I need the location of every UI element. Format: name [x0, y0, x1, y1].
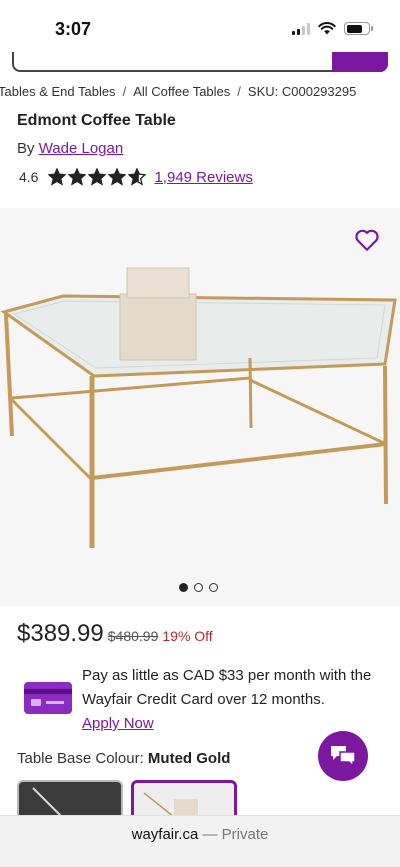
product-title: Edmont Coffee Table — [17, 112, 176, 129]
star-full-icon — [68, 168, 87, 186]
carousel-dot[interactable] — [194, 583, 203, 592]
search-button[interactable] — [332, 52, 388, 72]
colour-swatch-black[interactable] — [17, 780, 123, 820]
star-rating — [48, 168, 147, 186]
status-bar: 3:07 — [0, 0, 400, 52]
product-image-gallery[interactable] — [0, 208, 400, 606]
status-time: 3:07 — [55, 19, 92, 39]
chat-bubbles-icon — [331, 746, 356, 768]
cellular-signal-icon — [292, 22, 310, 35]
status-icons — [292, 22, 373, 35]
star-full-icon — [48, 168, 67, 186]
breadcrumb-sku: SKU: C000293295 — [247, 84, 357, 99]
by-label: By — [17, 140, 35, 157]
carousel-dot[interactable] — [209, 583, 218, 592]
discount-badge: 19% Off — [162, 628, 213, 644]
breadcrumb-item[interactable]: All Coffee Tables — [133, 84, 230, 99]
rating-row: 4.6 1,949 Reviews — [19, 168, 253, 186]
credit-offer-text: Pay as little as CAD $33 per month with … — [82, 664, 392, 736]
chat-button[interactable] — [318, 731, 368, 781]
carousel-dot[interactable] — [179, 583, 188, 592]
star-partial-icon — [128, 168, 147, 186]
url-domain: wayfair.ca — [131, 826, 199, 843]
breadcrumb: Tables & End Tables / All Coffee Tables / SK… — [0, 84, 357, 99]
original-price: $480.99 — [107, 628, 159, 644]
wifi-icon — [318, 22, 336, 35]
breadcrumb-item[interactable]: Tables & End Tables — [0, 84, 116, 99]
carousel-dots[interactable] — [179, 583, 218, 592]
brand-line: By Wade Logan — [17, 140, 123, 157]
favorite-heart-icon[interactable] — [354, 228, 380, 252]
reviews-link[interactable]: 1,949 Reviews — [154, 169, 252, 186]
colour-label: Table Base Colour: Muted Gold — [17, 750, 230, 767]
price-row: $389.99 $480.99 19% Off — [17, 620, 213, 648]
current-price: $389.99 — [17, 620, 104, 647]
star-full-icon — [88, 168, 107, 186]
colour-swatch-muted-gold[interactable] — [131, 780, 237, 820]
product-image — [0, 267, 397, 548]
credit-offer-description: Pay as little as CAD $33 per month with … — [82, 667, 372, 708]
private-label: — Private — [202, 826, 269, 843]
selected-colour: Muted Gold — [147, 750, 231, 767]
browser-url-bar[interactable]: wayfair.ca — Private — [0, 815, 400, 867]
colour-label-text: Table Base Colour: — [17, 750, 144, 767]
star-full-icon — [108, 168, 127, 186]
rating-value: 4.6 — [19, 169, 39, 185]
brand-link[interactable]: Wade Logan — [39, 140, 124, 157]
battery-icon — [344, 22, 373, 35]
swatch-image — [143, 792, 198, 817]
credit-card-icon — [24, 682, 72, 714]
